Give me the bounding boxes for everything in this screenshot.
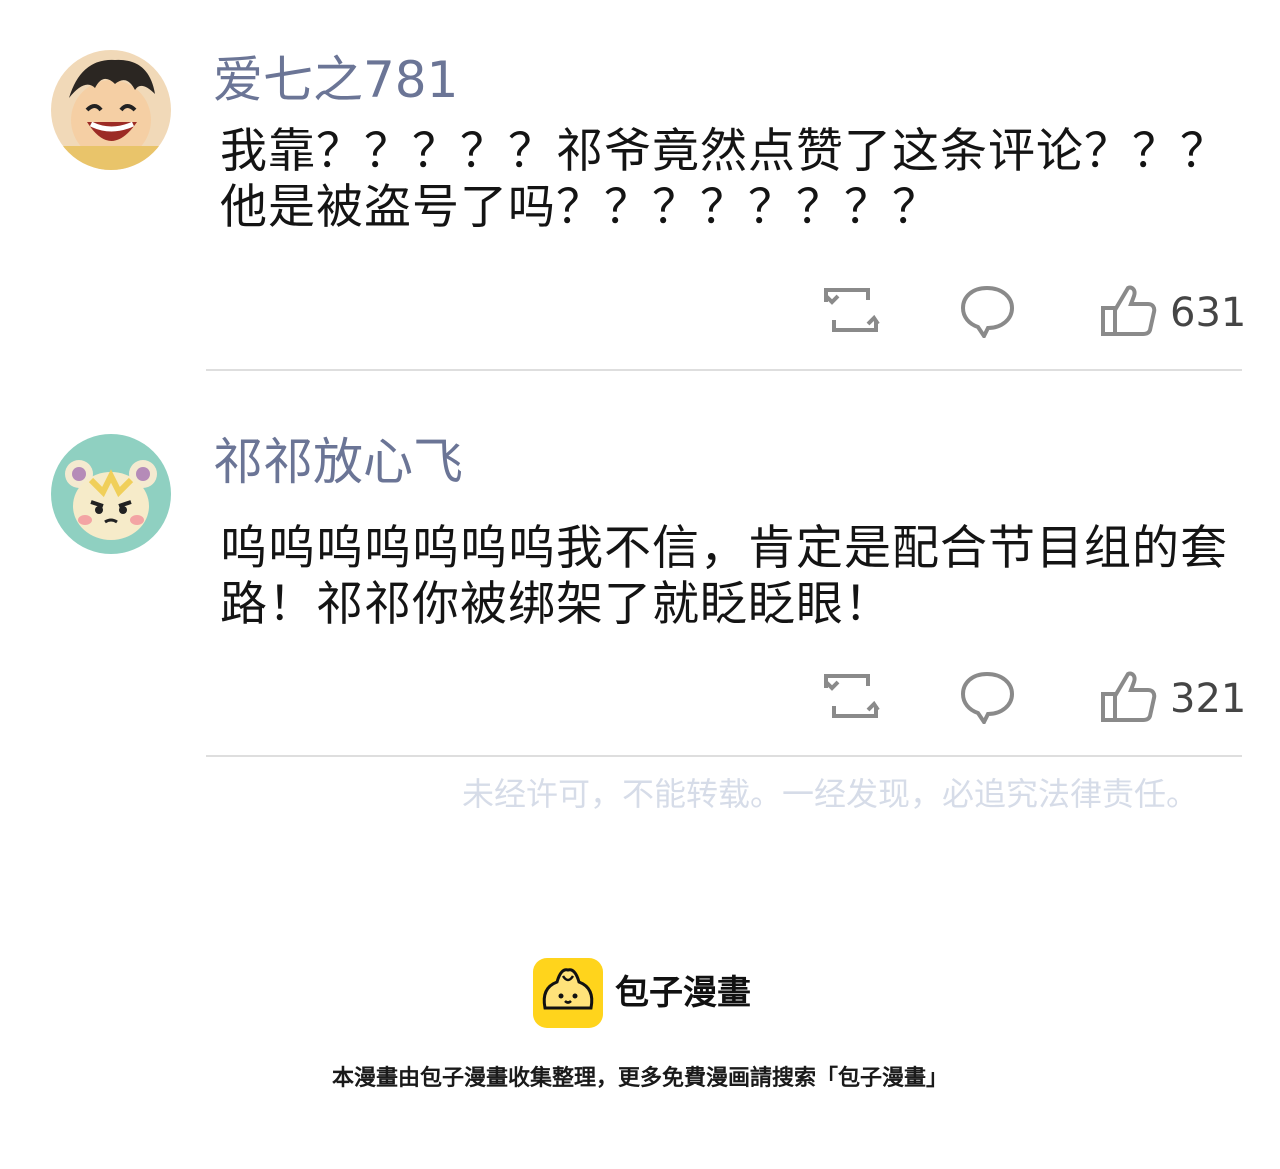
comment-item: 祁祁放心飞 呜呜呜呜呜呜呜我不信，肯定是配合节目组的套路！祁祁你被绑架了就眨眨眼… <box>0 0 1280 760</box>
thumbs-up-icon[interactable] <box>1100 670 1158 724</box>
bun-logo-icon <box>533 958 603 1028</box>
comment-actions: 321 <box>0 670 1280 730</box>
username[interactable]: 祁祁放心飞 <box>213 432 463 492</box>
repost-icon[interactable] <box>822 670 880 724</box>
copyright-watermark: 未经许可，不能转载。一经发现，必追究法律责任。 <box>462 775 1199 813</box>
user-avatar[interactable] <box>51 434 171 554</box>
cartoon-hamster-avatar-icon <box>51 434 171 554</box>
comment-text: 呜呜呜呜呜呜呜我不信，肯定是配合节目组的套路！祁祁你被绑架了就眨眨眼！ <box>220 521 1228 632</box>
footer-note: 本漫畫由包子漫畫收集整理，更多免費漫画請搜索「包子漫畫」 <box>331 1066 948 1091</box>
brand-name: 包子漫畫 <box>615 973 751 1013</box>
comment-bubble-icon[interactable] <box>960 670 1018 726</box>
like-count: 321 <box>1170 676 1247 722</box>
divider <box>206 755 1242 757</box>
